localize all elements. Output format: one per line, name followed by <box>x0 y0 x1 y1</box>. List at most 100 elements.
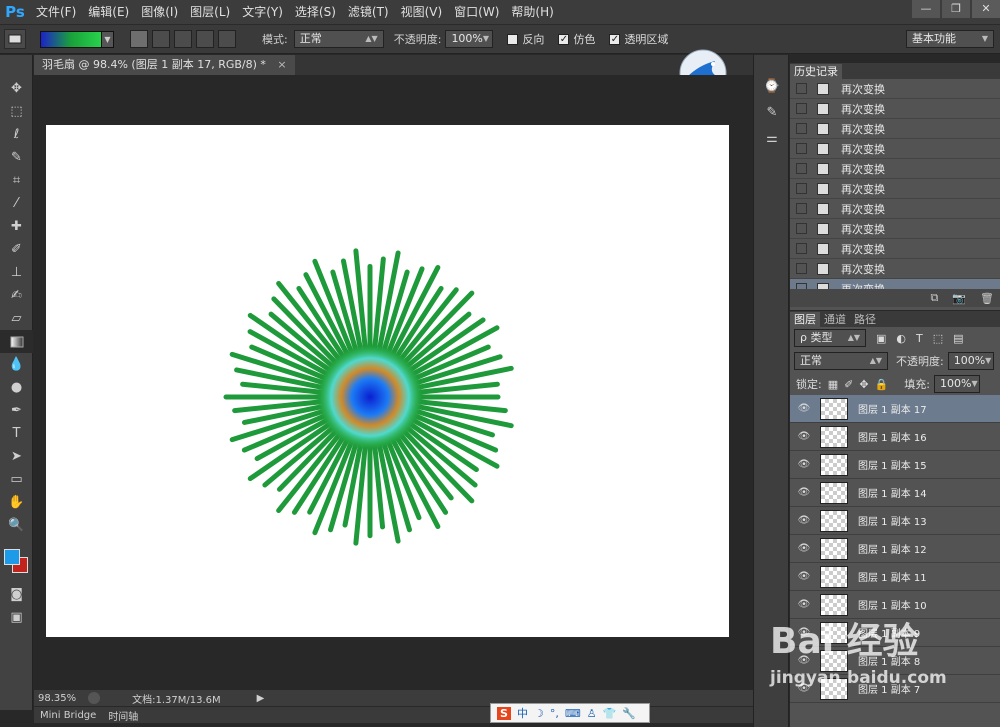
adjust-filter-icon[interactable]: ◐ <box>896 332 906 345</box>
gradient-tool[interactable] <box>0 330 33 353</box>
lasso-tool[interactable]: ℓ <box>0 123 33 146</box>
menu-image[interactable]: 图像(I) <box>135 0 184 24</box>
eye-icon[interactable]: 👁 <box>790 459 818 470</box>
history-checkbox[interactable] <box>796 163 807 174</box>
history-checkbox[interactable] <box>796 263 807 274</box>
minimize-button[interactable]: — <box>912 0 940 18</box>
lock-all-icon[interactable]: 🔒 <box>875 378 889 391</box>
menu-file[interactable]: 文件(F) <box>30 0 82 24</box>
menu-window[interactable]: 窗口(W) <box>448 0 505 24</box>
eye-icon[interactable]: 👁 <box>790 599 818 610</box>
layer-row[interactable]: 👁 图层 1 副本 14 <box>790 479 1000 507</box>
pen-tool[interactable]: ✒ <box>0 399 33 422</box>
crop-tool[interactable]: ⌗ <box>0 169 33 192</box>
eye-icon[interactable]: 👁 <box>790 571 818 582</box>
tab-history[interactable]: 历史记录 <box>790 64 842 79</box>
hand-tool[interactable]: ✋ <box>0 491 33 514</box>
healing-tool[interactable]: ✚ <box>0 215 33 238</box>
close-button[interactable]: ✕ <box>972 0 1000 18</box>
history-checkbox[interactable] <box>796 83 807 94</box>
layer-row[interactable]: 👁 图层 1 副本 17 <box>790 395 1000 423</box>
history-checkbox[interactable] <box>796 123 807 134</box>
eye-icon[interactable]: 👁 <box>790 487 818 498</box>
history-panel-button[interactable]: ⌚ <box>754 73 790 99</box>
menu-layer[interactable]: 图层(L) <box>184 0 236 24</box>
eyedropper-tool[interactable]: ⁄ <box>0 192 33 215</box>
dodge-tool[interactable]: ● <box>0 376 33 399</box>
stamp-tool[interactable]: ⊥ <box>0 261 33 284</box>
snapshot-icon[interactable]: 📷 <box>952 292 966 305</box>
lock-position-icon[interactable]: ✥ <box>859 378 868 391</box>
layer-row[interactable]: 👁 图层 1 副本 12 <box>790 535 1000 563</box>
quick-select-tool[interactable]: ✎ <box>0 146 33 169</box>
fill-input[interactable]: 100% ▼ <box>933 375 980 393</box>
sogou-icon[interactable]: S <box>497 706 511 720</box>
radial-gradient-button[interactable] <box>152 30 170 48</box>
new-document-icon[interactable]: ⧉ <box>930 291 938 305</box>
workspace-select[interactable]: 基本功能 ▼ <box>906 30 994 48</box>
tab-timeline[interactable]: 时间轴 <box>102 708 144 723</box>
reflected-gradient-button[interactable] <box>196 30 214 48</box>
ime-chinese-toggle[interactable]: 中 <box>517 705 528 721</box>
blur-tool[interactable]: 💧 <box>0 353 33 376</box>
screen-mode-button[interactable]: ▣ <box>0 606 33 629</box>
layer-row[interactable]: 👁 图层 1 副本 15 <box>790 451 1000 479</box>
smart-filter-icon[interactable]: ▤ <box>953 332 963 345</box>
lock-pixels-icon[interactable]: ▦ <box>828 378 838 391</box>
eye-icon[interactable]: 👁 <box>790 543 818 554</box>
user-icon[interactable]: ♙ <box>587 707 597 720</box>
history-checkbox[interactable] <box>796 283 807 289</box>
shape-filter-icon[interactable]: ⬚ <box>933 332 943 345</box>
menu-view[interactable]: 视图(V) <box>395 0 449 24</box>
mode-select[interactable]: 正常 ▲▼ <box>293 30 384 48</box>
tab-layers[interactable]: 图层 <box>790 312 820 327</box>
tab-mini-bridge[interactable]: Mini Bridge <box>34 710 102 721</box>
history-item[interactable]: 再次变换 <box>790 119 1000 139</box>
document-tab[interactable]: 羽毛扇 @ 98.4% (图层 1 副本 17, RGB/8) * × <box>34 55 295 75</box>
history-checkbox[interactable] <box>796 143 807 154</box>
type-tool[interactable]: T <box>0 422 33 445</box>
dither-checkbox[interactable]: ✓ <box>558 33 570 45</box>
history-brush-tool[interactable]: ✍ <box>0 284 33 307</box>
tab-paths[interactable]: 路径 <box>850 312 880 327</box>
gradient-picker-arrow[interactable]: ▼ <box>102 30 114 48</box>
canvas[interactable] <box>46 125 729 637</box>
layer-row[interactable]: 👁 图层 1 副本 13 <box>790 507 1000 535</box>
path-select-tool[interactable]: ➤ <box>0 445 33 468</box>
moon-icon[interactable]: ☽ <box>534 707 544 720</box>
punctuation-icon[interactable]: °, <box>550 707 559 720</box>
history-checkbox[interactable] <box>796 223 807 234</box>
history-item[interactable]: 再次变换 <box>790 79 1000 99</box>
pixel-filter-icon[interactable]: ▣ <box>876 332 886 345</box>
close-icon[interactable]: × <box>277 58 286 71</box>
layer-row[interactable]: 👁 图层 1 副本 11 <box>790 563 1000 591</box>
diamond-gradient-button[interactable] <box>218 30 236 48</box>
wrench-icon[interactable]: 🔧 <box>622 707 636 720</box>
eye-icon[interactable]: 👁 <box>790 403 818 414</box>
history-item[interactable]: 再次变换 <box>790 259 1000 279</box>
status-menu-arrow[interactable]: ▶ <box>257 693 265 704</box>
history-item[interactable]: 再次变换 <box>790 279 1000 289</box>
restore-button[interactable]: ❐ <box>942 0 970 18</box>
keyboard-icon[interactable]: ⌨ <box>565 707 581 720</box>
shape-tool[interactable]: ▭ <box>0 468 33 491</box>
menu-edit[interactable]: 编辑(E) <box>82 0 135 24</box>
history-item[interactable]: 再次变换 <box>790 99 1000 119</box>
layer-filter-select[interactable]: ρ 类型 ▲▼ <box>794 329 866 347</box>
lock-brush-icon[interactable]: ✐ <box>844 378 853 391</box>
history-item[interactable]: 再次变换 <box>790 159 1000 179</box>
foreground-color-swatch[interactable] <box>4 549 20 565</box>
tab-channels[interactable]: 通道 <box>820 312 850 327</box>
zoom-tool[interactable]: 🔍 <box>0 514 33 537</box>
history-item[interactable]: 再次变换 <box>790 239 1000 259</box>
quick-mask-button[interactable]: ◙ <box>0 583 33 606</box>
opacity-input[interactable]: 100% ▼ <box>445 30 494 48</box>
history-item[interactable]: 再次变换 <box>790 179 1000 199</box>
skin-icon[interactable]: 👕 <box>603 707 617 720</box>
history-checkbox[interactable] <box>796 243 807 254</box>
move-tool[interactable]: ✥ <box>0 77 33 100</box>
gradient-preview[interactable] <box>40 30 102 48</box>
menu-select[interactable]: 选择(S) <box>289 0 342 24</box>
history-item[interactable]: 再次变换 <box>790 139 1000 159</box>
adjust-panel-button[interactable]: ⚌ <box>754 125 790 151</box>
